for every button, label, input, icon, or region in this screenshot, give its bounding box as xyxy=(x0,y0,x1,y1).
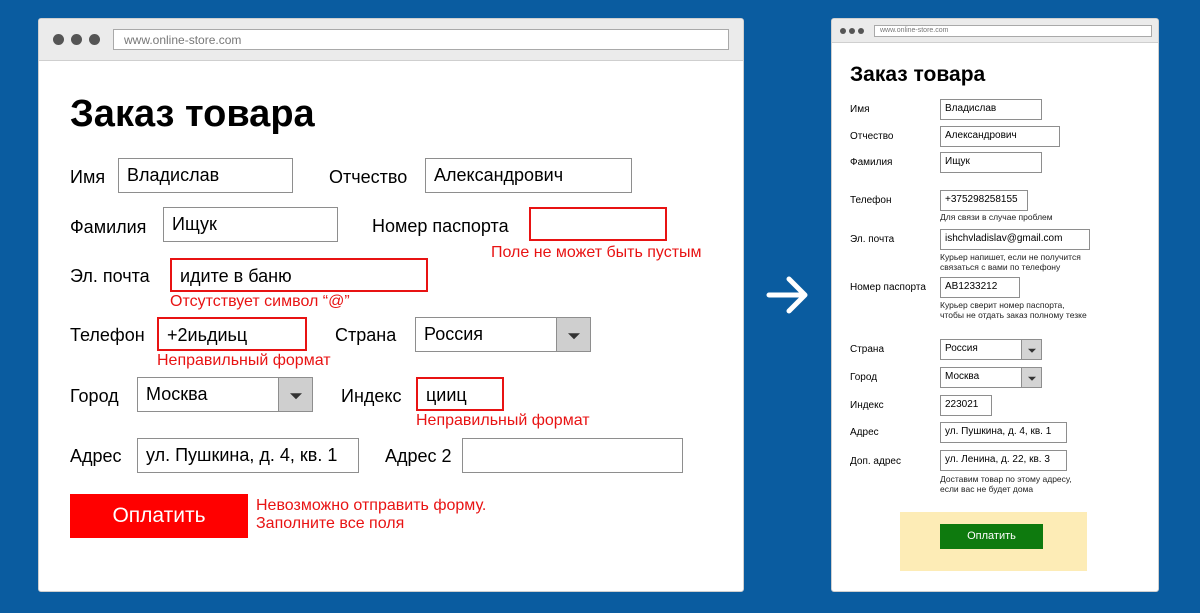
arrow-right-icon xyxy=(766,276,808,314)
city-select[interactable]: Москва xyxy=(940,367,1042,388)
passport-input[interactable]: AB1233212 xyxy=(940,277,1020,298)
chevron-down-icon[interactable] xyxy=(556,318,590,351)
index-input[interactable]: цииц xyxy=(416,377,504,411)
address-bar[interactable]: www.online-store.com xyxy=(113,29,729,50)
chevron-down-icon[interactable] xyxy=(278,378,312,411)
patronymic-input[interactable]: Александрович xyxy=(425,158,632,193)
pay-panel: Оплатить xyxy=(900,512,1087,571)
window-dot-icon[interactable] xyxy=(71,34,82,45)
submit-error-line2: Заполните все поля xyxy=(256,515,405,532)
country-select-value: Россия xyxy=(424,324,484,344)
phone-error: Неправильный формат xyxy=(157,352,331,369)
phone-label: Телефон xyxy=(850,195,892,206)
phone-label: Телефон xyxy=(70,325,145,345)
passport-input[interactable] xyxy=(529,207,667,241)
passport-error: Поле не может быть пустым xyxy=(491,244,702,261)
address-input[interactable]: ул. Пушкина, д. 4, кв. 1 xyxy=(940,422,1067,443)
patronymic-input[interactable]: Александрович xyxy=(940,126,1060,147)
email-hint-line2: связаться с вами по телефону xyxy=(940,262,1061,272)
email-error: Отсутствует символ “@” xyxy=(170,293,350,310)
surname-label: Фамилия xyxy=(70,217,147,237)
pay-button[interactable]: Оплатить xyxy=(940,524,1043,549)
window-dot-icon[interactable] xyxy=(858,28,864,34)
name-input[interactable]: Владислав xyxy=(118,158,293,193)
email-label: Эл. почта xyxy=(850,234,895,245)
name-label: Имя xyxy=(850,104,870,115)
browser-toolbar: www.online-store.com xyxy=(39,19,743,61)
email-input[interactable]: идите в баню xyxy=(170,258,428,292)
browser-toolbar: www.online-store.com xyxy=(832,19,1158,43)
window-dot-icon[interactable] xyxy=(89,34,100,45)
index-label: Индекс xyxy=(850,400,884,411)
index-error: Неправильный формат xyxy=(416,412,590,429)
email-hint-line1: Курьер напишет, если не получится xyxy=(940,252,1081,262)
country-select[interactable]: Россия xyxy=(415,317,591,352)
surname-input[interactable]: Ищук xyxy=(163,207,338,242)
country-select-value: Россия xyxy=(945,343,978,354)
surname-input[interactable]: Ищук xyxy=(940,152,1042,173)
city-label: Город xyxy=(850,372,878,383)
index-label: Индекс xyxy=(341,386,402,406)
phone-input[interactable]: +2иьдиьц xyxy=(157,317,307,351)
passport-hint-line1: Курьер сверит номер паспорта, xyxy=(940,300,1065,310)
passport-label: Номер паспорта xyxy=(372,216,509,236)
address2-input[interactable] xyxy=(462,438,683,473)
city-select[interactable]: Москва xyxy=(137,377,313,412)
address2-label: Адрес 2 xyxy=(385,446,452,466)
city-select-value: Москва xyxy=(146,384,208,404)
page-title: Заказ товара xyxy=(70,93,315,135)
window-dot-icon[interactable] xyxy=(840,28,846,34)
country-select[interactable]: Россия xyxy=(940,339,1042,360)
address2-hint-line1: Доставим товар по этому адресу, xyxy=(940,474,1072,484)
surname-label: Фамилия xyxy=(850,157,893,168)
address-input[interactable]: ул. Пушкина, д. 4, кв. 1 xyxy=(137,438,359,473)
address-label: Адрес xyxy=(850,427,879,438)
index-input[interactable]: 223021 xyxy=(940,395,992,416)
window-dot-icon[interactable] xyxy=(53,34,64,45)
email-input[interactable]: ishchvladislav@gmail.com xyxy=(940,229,1090,250)
passport-label: Номер паспорта xyxy=(850,282,926,293)
country-label: Страна xyxy=(335,325,397,345)
name-input[interactable]: Владислав xyxy=(940,99,1042,120)
phone-input[interactable]: +375298258155 xyxy=(940,190,1028,211)
browser-window-bad-form: www.online-store.com Заказ товара Имя Вл… xyxy=(38,18,744,592)
page-title: Заказ товара xyxy=(850,63,986,86)
phone-hint: Для связи в случае проблем xyxy=(940,212,1053,222)
address2-hint-line2: если вас не будет дома xyxy=(940,484,1034,494)
browser-window-good-form: www.online-store.com Заказ товара Имя Вл… xyxy=(831,18,1159,592)
passport-hint-line2: чтобы не отдать заказ полному тезке xyxy=(940,310,1087,320)
email-label: Эл. почта xyxy=(70,266,150,286)
chevron-down-icon[interactable] xyxy=(1021,368,1041,387)
name-label: Имя xyxy=(70,167,106,187)
country-label: Страна xyxy=(850,344,885,355)
city-select-value: Москва xyxy=(945,371,980,382)
address2-input[interactable]: ул. Ленина, д. 22, кв. 3 xyxy=(940,450,1067,471)
address-label: Адрес xyxy=(70,446,122,466)
submit-error-line1: Невозможно отправить форму. xyxy=(256,497,487,514)
address-bar[interactable]: www.online-store.com xyxy=(874,25,1152,37)
window-dot-icon[interactable] xyxy=(849,28,855,34)
address2-label: Доп. адрес xyxy=(850,456,901,467)
city-label: Город xyxy=(70,386,119,406)
patronymic-label: Отчество xyxy=(850,131,894,142)
chevron-down-icon[interactable] xyxy=(1021,340,1041,359)
patronymic-label: Отчество xyxy=(329,167,408,187)
pay-button[interactable]: Оплатить xyxy=(70,494,248,538)
